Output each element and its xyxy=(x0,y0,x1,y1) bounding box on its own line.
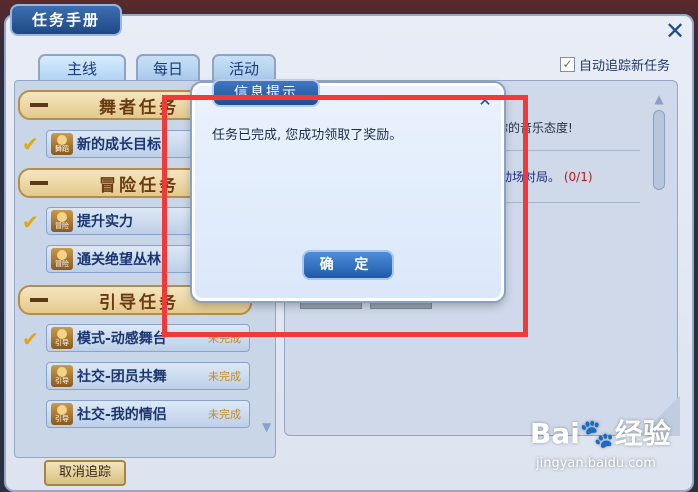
collapse-icon xyxy=(30,181,48,185)
auto-track-option[interactable]: ✓ 自动追踪新任务 xyxy=(560,54,670,74)
task-item[interactable]: 引导 社交-我的情侣 未完成 xyxy=(46,400,250,428)
tab-event[interactable]: 活动 xyxy=(212,54,276,80)
detail-scrollbar[interactable]: ▲ xyxy=(652,92,666,412)
task-status: 未完成 xyxy=(208,370,241,383)
confirm-button[interactable]: 确 定 xyxy=(302,250,394,280)
baidu-watermark: Bai🐾经验 jingyan.baidu.com xyxy=(530,412,690,478)
task-item[interactable]: 引导 社交-团员共舞 未完成 xyxy=(46,362,250,390)
collapse-icon xyxy=(30,103,48,107)
task-name: 新的成长目标 xyxy=(77,137,161,153)
check-icon: ✔ xyxy=(22,132,39,156)
watermark-url: jingyan.baidu.com xyxy=(536,456,656,471)
tab-main[interactable]: 主线 xyxy=(38,54,126,80)
collapse-icon xyxy=(30,298,48,302)
auto-track-checkbox[interactable]: ✓ xyxy=(560,56,575,72)
task-icon: 引导 xyxy=(51,403,73,425)
task-name: 提升实力 xyxy=(77,214,133,230)
task-icon: 舞蹈 xyxy=(51,133,73,155)
check-icon: ✔ xyxy=(22,327,39,351)
task-icon: 冒险 xyxy=(51,248,73,270)
task-icon: 冒险 xyxy=(51,210,73,232)
cancel-tracking-button[interactable]: 取消追踪 xyxy=(44,460,126,486)
task-name: 社交-我的情侣 xyxy=(77,407,167,423)
task-name: 社交-团员共舞 xyxy=(77,369,167,385)
close-icon[interactable]: ✕ xyxy=(662,18,688,44)
dialog-close-icon[interactable]: ✕ xyxy=(476,92,494,110)
detail-objective: 动场对局。 (0/1) xyxy=(500,168,593,185)
scroll-thumb[interactable] xyxy=(653,110,665,190)
objective-text: 动场对局。 xyxy=(500,170,561,184)
task-name: 模式-动感舞台 xyxy=(77,331,167,347)
task-icon: 引导 xyxy=(51,327,73,349)
task-status: 未完成 xyxy=(208,332,241,345)
dialog-title: 信息提示 xyxy=(212,79,320,107)
objective-count: (0/1) xyxy=(563,170,593,184)
watermark-logo: Bai🐾经验 xyxy=(530,417,671,450)
task-name: 通关绝望丛林 xyxy=(77,252,161,268)
tab-daily[interactable]: 每日 xyxy=(136,54,200,80)
task-status: 未完成 xyxy=(208,408,241,421)
scroll-up-icon[interactable]: ▲ xyxy=(652,92,666,106)
task-icon: 引导 xyxy=(51,365,73,387)
panel-title: 任务手册 xyxy=(10,4,122,36)
auto-track-label: 自动追踪新任务 xyxy=(579,58,671,74)
scroll-down-icon[interactable]: ▼ xyxy=(262,420,271,434)
check-icon: ✔ xyxy=(22,210,39,234)
task-item[interactable]: 引导 模式-动感舞台 未完成 xyxy=(46,324,250,352)
dialog-message: 任务已完成, 您成功领取了奖励。 xyxy=(212,128,403,143)
